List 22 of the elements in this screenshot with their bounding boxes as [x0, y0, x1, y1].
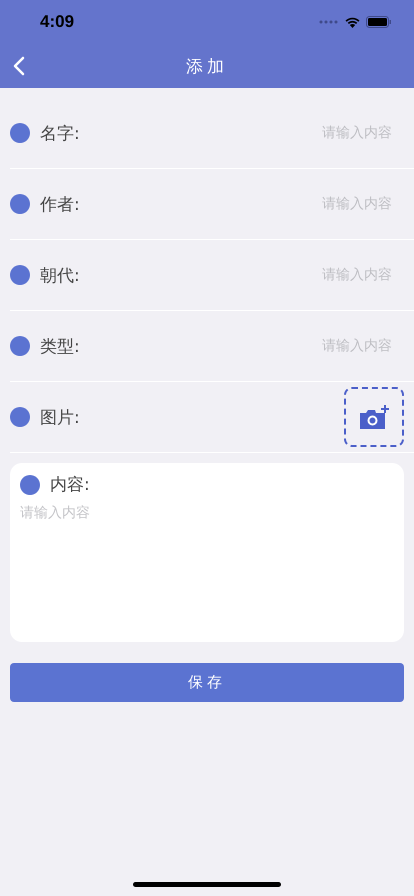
field-label: 名字:: [40, 122, 80, 144]
field-label: 作者:: [40, 194, 80, 216]
field-label: 图片:: [40, 406, 80, 428]
bullet-icon: [10, 123, 30, 143]
bullet-icon: [10, 265, 30, 285]
bullet-icon: [10, 336, 30, 356]
bullet-icon: [10, 194, 30, 214]
status-time: 4:09: [40, 12, 74, 32]
field-label: 朝代:: [40, 264, 80, 286]
page-title: 添加: [186, 56, 228, 78]
bullet-icon: [20, 474, 40, 494]
image-upload-button[interactable]: [344, 387, 404, 447]
wifi-icon: [344, 16, 361, 28]
signal-icon: [319, 19, 339, 25]
add-photo-icon: [358, 404, 390, 430]
field-label: 内容:: [50, 474, 90, 496]
field-label: 类型:: [40, 336, 80, 358]
battery-icon: [366, 16, 392, 28]
content-field[interactable]: 内容: 请输入内容: [10, 463, 404, 642]
back-icon[interactable]: [13, 56, 25, 76]
save-button[interactable]: 保存: [10, 663, 404, 702]
bullet-icon: [10, 407, 30, 427]
